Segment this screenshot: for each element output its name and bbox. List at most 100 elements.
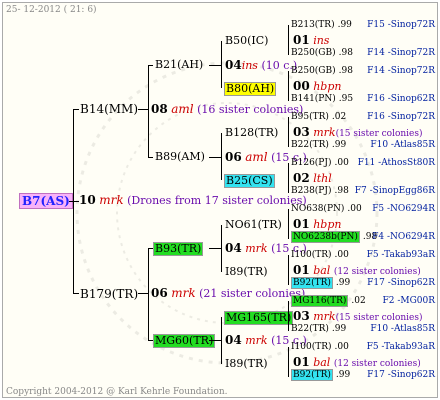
gen4-ref[interactable]: F5 -Takab93aR [367, 249, 435, 261]
gen2-queen[interactable]: B21(AH) [155, 59, 203, 71]
gen4-pct: .00 [334, 158, 349, 168]
gen3-info: 01 ins [293, 34, 329, 47]
race-code: aml [171, 102, 194, 116]
connector [138, 109, 148, 110]
gen2-queen[interactable]: MG60(TR) [153, 334, 216, 348]
connector [138, 293, 148, 294]
gen4-queen[interactable]: B92(TR) [291, 277, 333, 289]
gen4-queen[interactable]: MG116(TR) [291, 295, 349, 307]
gen4-queen[interactable]: B22(TR) [291, 324, 329, 334]
gen4-queen[interactable]: B250(GB) [291, 48, 336, 58]
gen4-ref[interactable]: F5 -NO6294R [372, 203, 435, 215]
connector [288, 255, 289, 285]
gen1-info-b179: 06 mrk (21 sister colonies) [151, 287, 305, 300]
gen4-queen[interactable]: B250(GB) [291, 66, 336, 76]
gen-number: 01 [293, 263, 310, 277]
gen3-info: 03 mrk(15 sister colonies) [293, 126, 423, 140]
gen3-info: 01 bal (12 sister colonies) [293, 264, 421, 278]
copyright-footer: Copyright 2004-2012 @ Karl Kehrle Founda… [6, 387, 228, 397]
race-code: ins [313, 34, 330, 47]
gen4-ref[interactable]: F10 -Atlas85R [370, 139, 435, 151]
gen4-ref[interactable]: F11 -AthosSt80R [358, 157, 435, 169]
gen4-ref[interactable]: F5 -Takab93aR [367, 341, 435, 353]
gen4-queen[interactable]: NO6238b(PN) [291, 231, 360, 243]
gen4-row: B92(TR) .99 F17 -Sinop62R [291, 277, 435, 289]
gen2-queen[interactable]: B93(TR) [153, 242, 204, 256]
root-race: mrk [99, 193, 124, 207]
gen4-row: B22(TR) .99 F10 -Atlas85R [291, 139, 435, 151]
gen4-queen[interactable]: I100(TR) [291, 342, 332, 352]
gen4-queen[interactable]: B22(TR) [291, 140, 329, 150]
connector [73, 109, 74, 293]
sister-note: (16 sister colonies) [197, 103, 304, 116]
root-note: (Drones from 17 sister colonies) [127, 194, 307, 207]
gen-number: 01 [293, 217, 310, 231]
race-code: hbpn [313, 218, 342, 231]
race-code: mrk [171, 286, 196, 300]
gen-number: 01 [293, 33, 310, 47]
gen3-queen[interactable]: MG165(TR) [224, 311, 294, 325]
gen1-info-b14: 08 aml (16 sister colonies) [151, 103, 303, 116]
gen3-queen[interactable]: B128(TR) [225, 127, 278, 139]
gen4-row: B141(PN) .95 F16 -Sinop62R [291, 93, 435, 105]
gen3-queen[interactable]: B80(AH) [224, 82, 277, 96]
gen1-queen-b14[interactable]: B14(MM) [80, 102, 138, 116]
gen4-ref[interactable]: F10 -Atlas85R [370, 323, 435, 335]
gen4-row: B250(GB) .98 F14 -Sinop72R [291, 47, 435, 59]
gen4-ref[interactable]: F2 -MG00R [382, 295, 435, 307]
gen2-queen[interactable]: B89(AM) [155, 151, 205, 163]
gen4-queen[interactable]: B141(PN) [291, 94, 336, 104]
gen1-queen-b179[interactable]: B179(TR) [80, 287, 138, 301]
gen4-ref[interactable]: F15 -Sinop72R [367, 19, 435, 31]
connector [73, 293, 79, 294]
connector [288, 209, 289, 239]
gen4-pct: .00 [347, 204, 362, 214]
gen4-pct: .99 [335, 370, 351, 380]
gen3-queen[interactable]: B50(IC) [225, 35, 268, 47]
gen4-queen[interactable]: B213(TR) [291, 20, 335, 30]
gen4-row: MG116(TR) .02 F2 -MG00R [291, 295, 435, 307]
sister-note: (12 sister colonies) [333, 359, 421, 369]
gen4-ref[interactable]: F14 -Sinop72R [367, 47, 435, 59]
gen4-queen[interactable]: B126(PJ) [291, 158, 331, 168]
gen4-row: B95(TR) .02 F16 -Sinop72R [291, 111, 435, 123]
connector [288, 301, 289, 331]
gen4-ref[interactable]: F14 -Sinop72R [367, 65, 435, 77]
gen3-queen[interactable]: NO61(TR) [225, 219, 282, 231]
gen4-ref[interactable]: F7 -SinopEgg86R [355, 185, 435, 197]
gen4-queen[interactable]: NO638(PN) [291, 204, 344, 214]
connector [148, 65, 153, 66]
gen4-queen[interactable]: I100(TR) [291, 250, 332, 260]
race-code: lthl [313, 172, 332, 185]
gen-number: 03 [293, 309, 310, 323]
gen4-pct: .99 [331, 140, 347, 150]
gen3-info: 01 bal (12 sister colonies) [293, 356, 421, 370]
gen4-ref[interactable]: F16 -Sinop62R [367, 93, 435, 105]
gen3-queen[interactable]: I89(TR) [225, 358, 268, 370]
gen4-ref[interactable]: F17 -Sinop62R [367, 369, 435, 381]
gen3-info: 01 hbpn [293, 218, 341, 231]
gen4-ref[interactable]: F4 -NO6294R [372, 231, 435, 243]
gen4-ref[interactable]: F17 -Sinop62R [367, 277, 435, 289]
gen4-row: B22(TR) .99 F10 -Atlas85R [291, 323, 435, 335]
root-queen[interactable]: B7(AS) [19, 193, 73, 209]
connector [221, 41, 222, 88]
gen3-info: 03 mrk(15 sister colonies) [293, 310, 423, 324]
connector [288, 117, 289, 147]
connector [148, 248, 149, 340]
gen4-pct: .99 [337, 20, 352, 30]
connector [148, 157, 153, 158]
gen4-pct: .00 [334, 342, 349, 352]
race-code: hbpn [313, 80, 342, 93]
gen4-queen[interactable]: B238(PJ) [291, 186, 331, 196]
gen-number: 08 [151, 102, 168, 116]
gen4-queen[interactable]: B92(TR) [291, 369, 333, 381]
gen4-row: B238(PJ) .98 F7 -SinopEgg86R [291, 185, 435, 197]
gen-number: 02 [293, 171, 310, 185]
gen4-queen[interactable]: B95(TR) [291, 112, 329, 122]
gen3-queen[interactable]: B25(CS) [224, 174, 275, 188]
gen4-pct: .98 [334, 186, 349, 196]
gen4-ref[interactable]: F16 -Sinop72R [367, 111, 435, 123]
connector [73, 109, 79, 110]
gen3-queen[interactable]: I89(TR) [225, 266, 268, 278]
